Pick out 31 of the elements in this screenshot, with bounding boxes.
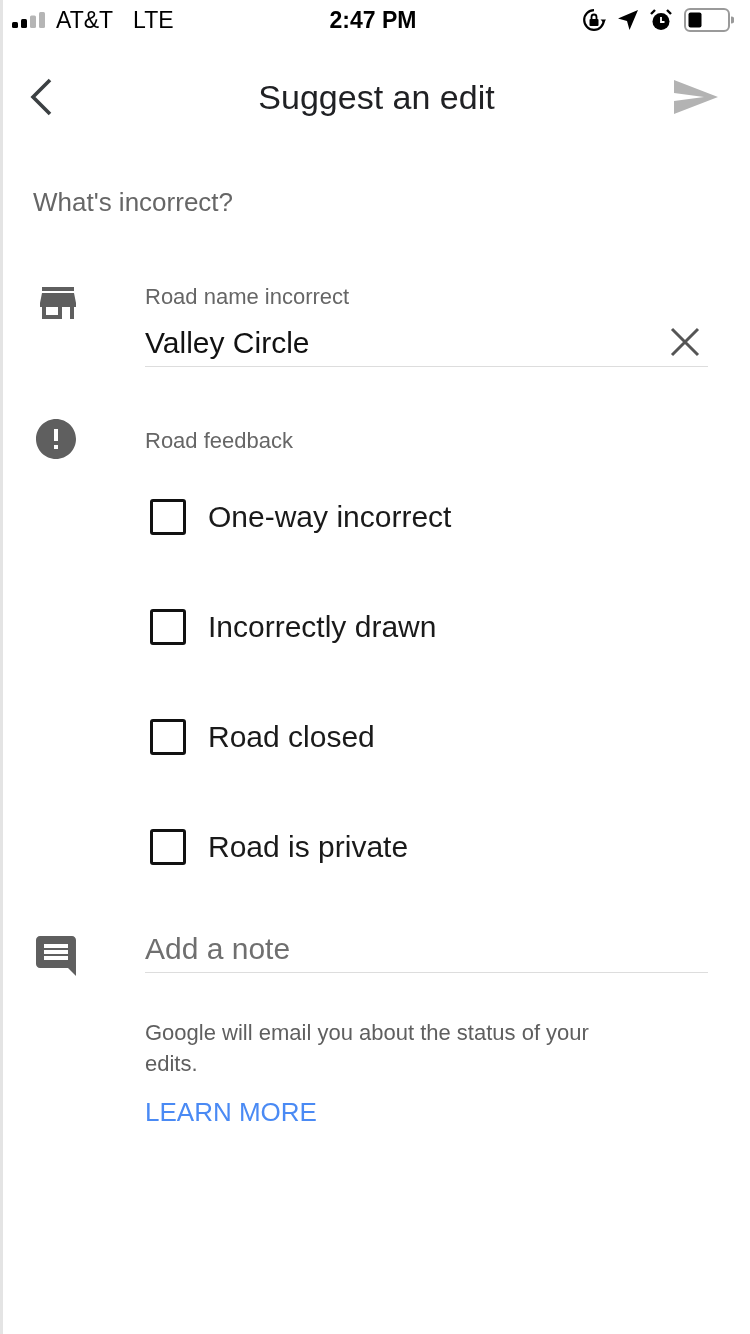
checkbox[interactable] <box>150 719 186 755</box>
carrier-name: AT&T <box>56 6 114 34</box>
page-title: Suggest an edit <box>257 77 496 117</box>
network-type: LTE <box>133 6 174 34</box>
option-label: Road is private <box>208 830 409 864</box>
checkbox[interactable] <box>150 609 186 645</box>
option-label: Incorrectly drawn <box>208 610 437 644</box>
rotation-lock-icon <box>582 8 606 32</box>
clear-button[interactable] <box>670 327 700 357</box>
comment-icon <box>36 936 76 976</box>
battery-icon <box>684 8 734 32</box>
back-button[interactable] <box>29 78 53 116</box>
section-title: What's incorrect? <box>33 186 235 219</box>
checkbox[interactable] <box>150 499 186 535</box>
close-icon <box>670 327 700 357</box>
signal-icon <box>12 12 48 28</box>
alert-icon <box>36 419 76 459</box>
send-icon <box>674 80 718 114</box>
note-field[interactable]: Add a note <box>145 929 708 973</box>
alarm-clock-icon <box>650 9 672 31</box>
clock-time: 2:47 PM <box>329 6 417 34</box>
field-label: Road feedback <box>145 427 294 455</box>
info-text: Google will email you about the status of your edits. <box>145 1019 590 1078</box>
field-label: Road name incorrect <box>145 283 351 311</box>
checkbox[interactable] <box>150 829 186 865</box>
option-label: Road closed <box>208 720 375 754</box>
road-name-field[interactable]: Valley Circle <box>145 323 708 367</box>
store-icon <box>38 287 78 321</box>
location-arrow-icon <box>618 10 638 30</box>
chevron-left-icon <box>29 78 53 116</box>
option-label: One-way incorrect <box>208 500 452 534</box>
